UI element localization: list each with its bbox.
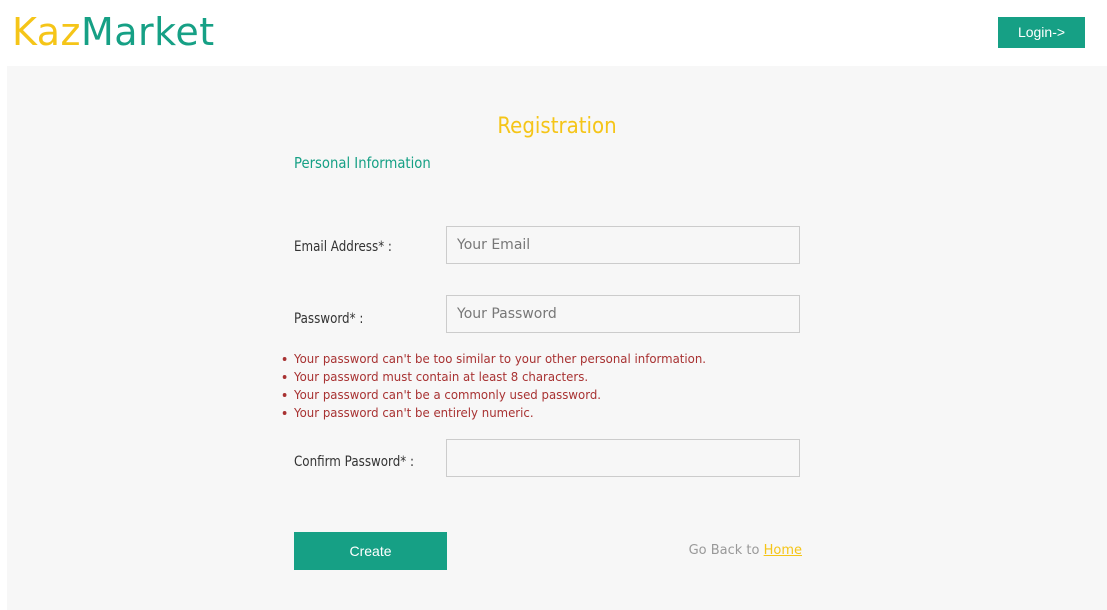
registration-panel: Registration Personal Information Email … — [7, 66, 1107, 610]
home-link[interactable]: Home — [764, 543, 802, 558]
email-label: Email Address* : — [294, 239, 392, 255]
password-input[interactable] — [446, 295, 800, 333]
password-help-item: Your password can't be a commonly used p… — [282, 386, 706, 404]
password-help-list: Your password can't be too similar to yo… — [279, 350, 732, 422]
kazmarket-logo[interactable]: KazMarket — [12, 8, 215, 56]
logo-kaz-text: Kaz — [12, 10, 81, 54]
password-help-item: Your password must contain at least 8 ch… — [282, 368, 706, 386]
page-title: Registration — [497, 114, 617, 139]
create-button[interactable]: Create — [294, 532, 447, 570]
confirm-password-input[interactable] — [446, 439, 800, 477]
email-input[interactable] — [446, 226, 800, 264]
password-help-item: Your password can't be too similar to yo… — [282, 351, 707, 366]
password-label: Password* : — [294, 311, 364, 327]
confirm-password-label: Confirm Password* : — [294, 454, 415, 470]
login-button[interactable]: Login-> — [998, 17, 1085, 48]
logo-market-text: Market — [80, 10, 215, 54]
go-back-label: Go Back to — [688, 543, 764, 558]
section-title-personal-information: Personal Information — [294, 154, 431, 172]
password-help-item: Your password can't be entirely numeric. — [282, 404, 706, 422]
go-back-text: Go Back to Home — [689, 541, 802, 561]
site-header: KazMarket Login-> — [0, 0, 1107, 66]
